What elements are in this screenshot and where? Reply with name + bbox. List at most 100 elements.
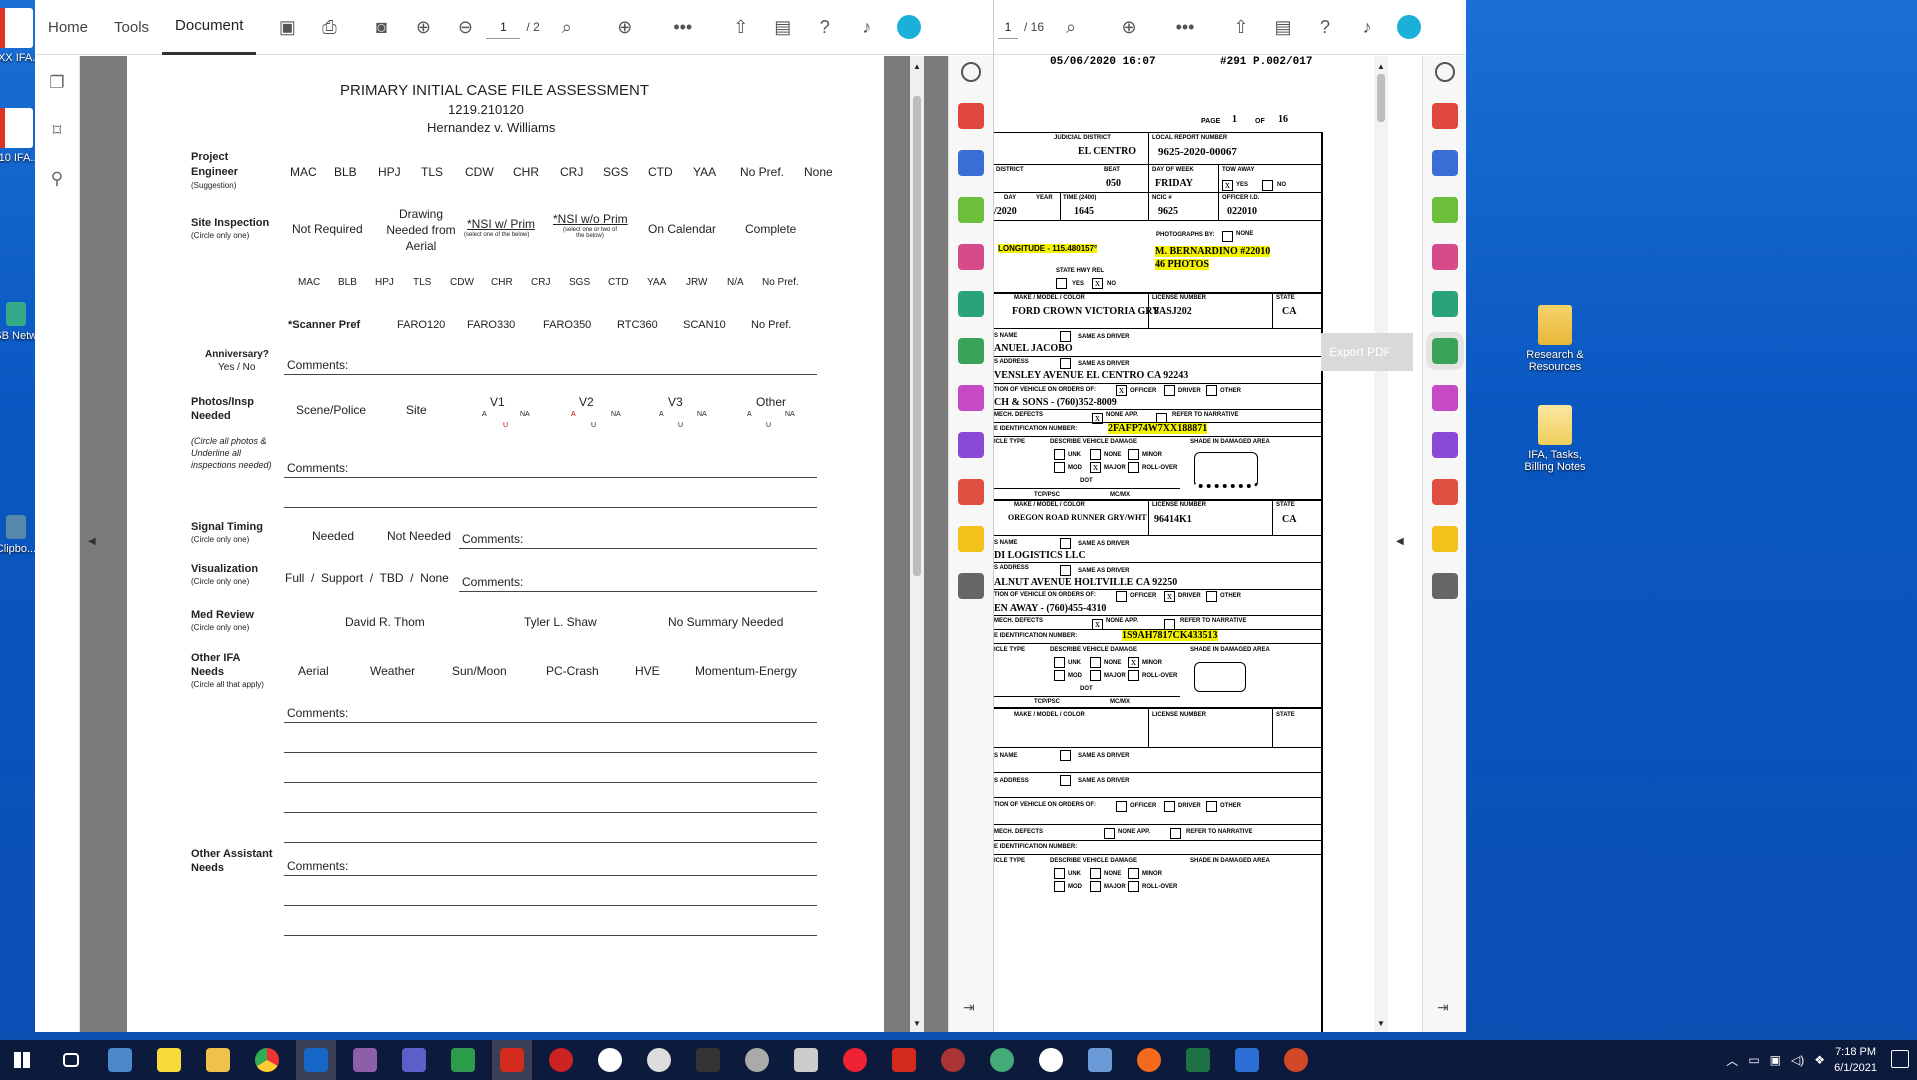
collapse-pane-icon[interactable]: ⇥	[1437, 999, 1449, 1016]
zoom-in-icon[interactable]: ⊕	[612, 14, 638, 40]
bookmark-icon[interactable]: ⌑	[46, 120, 68, 142]
share-icon[interactable]: ⇧	[728, 14, 754, 40]
task-view-icon[interactable]	[51, 1040, 91, 1080]
snapshot-icon[interactable]: ◙	[368, 14, 394, 40]
page-zoom-icon[interactable]: ⌕	[1058, 14, 1084, 40]
si-opt: *NSI w/ Prim	[467, 217, 536, 231]
zoom-tool-icon[interactable]	[1435, 62, 1455, 82]
combine-files-icon[interactable]	[1432, 150, 1458, 176]
battery-icon[interactable]: ▭	[1748, 1053, 1759, 1067]
dropbox-icon[interactable]: ❖	[1814, 1053, 1825, 1067]
sticky-notes-icon[interactable]	[149, 1040, 189, 1080]
calculator-icon[interactable]	[786, 1040, 826, 1080]
video-editor-icon[interactable]	[688, 1040, 728, 1080]
organize-pages-icon[interactable]	[1432, 244, 1458, 270]
tab-home[interactable]: Home	[35, 0, 101, 55]
scan-ocr-icon[interactable]	[958, 338, 984, 364]
powerpoint-icon[interactable]	[1276, 1040, 1316, 1080]
vertical-scrollbar[interactable]: ▲ ▼	[910, 56, 924, 1032]
disc-app-icon[interactable]	[737, 1040, 777, 1080]
teams-icon[interactable]	[394, 1040, 434, 1080]
zoom-tool-icon[interactable]	[961, 62, 981, 82]
share-icon[interactable]: ⇧	[1228, 14, 1254, 40]
more-icon[interactable]: •••	[1172, 14, 1198, 40]
file-explorer-icon[interactable]	[198, 1040, 238, 1080]
onenote-icon[interactable]	[345, 1040, 385, 1080]
page-number-input[interactable]: 1	[486, 15, 521, 39]
comment-tool-icon[interactable]	[958, 526, 984, 552]
export-pdf-icon[interactable]	[1432, 291, 1458, 317]
gear-app-icon[interactable]	[639, 1040, 679, 1080]
si-label: Site Inspection	[191, 217, 270, 229]
outlook-icon[interactable]	[296, 1040, 336, 1080]
more-tools-icon[interactable]	[1432, 573, 1458, 599]
excel-icon[interactable]	[1178, 1040, 1218, 1080]
help-icon[interactable]: ?	[812, 14, 838, 40]
collapse-left-icon[interactable]: ◀	[88, 536, 96, 547]
panda-icon[interactable]	[590, 1040, 630, 1080]
volume-icon[interactable]: ◁)	[1791, 1053, 1804, 1067]
acrobat-pdf-icon[interactable]	[958, 479, 984, 505]
page-thumbnails-icon[interactable]: ❐	[46, 72, 68, 94]
acrobat-taskbar-icon[interactable]	[492, 1040, 532, 1080]
next-page-icon[interactable]: ⊖	[452, 14, 478, 40]
more-tools-icon[interactable]	[958, 573, 984, 599]
chrome-icon[interactable]	[247, 1040, 287, 1080]
organize-pages-icon[interactable]	[958, 244, 984, 270]
comment-tool-icon[interactable]	[1432, 526, 1458, 552]
acrobat-reader-icon[interactable]	[884, 1040, 924, 1080]
page-number-input[interactable]: 1	[998, 15, 1018, 39]
teams-alt-icon[interactable]	[1227, 1040, 1267, 1080]
account-icon[interactable]	[1396, 14, 1422, 40]
print-icon[interactable]: ⎙	[316, 14, 342, 40]
create-pdf-icon[interactable]	[1432, 103, 1458, 129]
firefox-icon[interactable]	[1129, 1040, 1169, 1080]
date-value: /2020	[994, 206, 1017, 217]
edit-pdf-icon[interactable]	[958, 197, 984, 223]
tab-tools[interactable]: Tools	[101, 0, 162, 55]
notification-icon[interactable]	[1891, 1050, 1909, 1068]
sign-icon[interactable]	[1432, 432, 1458, 458]
attachment-icon[interactable]: ⚲	[46, 168, 68, 190]
fill-sign-icon[interactable]	[958, 385, 984, 411]
start-windows-icon[interactable]	[2, 1040, 42, 1080]
comment-icon[interactable]: ▤	[1270, 14, 1296, 40]
comment-icon[interactable]: ▤	[770, 14, 796, 40]
network-icon[interactable]: ▣	[1770, 1053, 1781, 1067]
window-app-icon[interactable]	[1080, 1040, 1120, 1080]
itunes-icon[interactable]	[1031, 1040, 1071, 1080]
tab-document[interactable]: Document	[162, 0, 257, 55]
fill-sign-icon[interactable]	[1432, 385, 1458, 411]
zoom-in-icon[interactable]: ⊕	[1116, 14, 1142, 40]
help-icon[interactable]: ?	[1312, 14, 1338, 40]
task-app-icon[interactable]	[443, 1040, 483, 1080]
acrobat-pdf-icon[interactable]	[1432, 479, 1458, 505]
taskbar-red-app-icon[interactable]	[541, 1040, 581, 1080]
green-app-icon[interactable]	[982, 1040, 1022, 1080]
vpn-app-icon[interactable]	[835, 1040, 875, 1080]
combine-files-icon[interactable]	[958, 150, 984, 176]
hwy-yes-checkbox	[1056, 278, 1067, 289]
scan-ocr-icon[interactable]	[1426, 332, 1464, 370]
clock[interactable]: 7:18 PM 6/1/2021	[1834, 1044, 1877, 1076]
export-pdf-icon[interactable]	[958, 291, 984, 317]
page-zoom-icon[interactable]: ⌕	[554, 14, 580, 40]
bell-icon[interactable]: ♪	[854, 14, 880, 40]
prev-page-icon[interactable]: ⊕	[410, 14, 436, 40]
sign-icon[interactable]	[958, 432, 984, 458]
collapse-left-icon[interactable]: ◀	[1396, 536, 1404, 547]
create-pdf-icon[interactable]	[958, 103, 984, 129]
vertical-scrollbar[interactable]: ▲ ▼	[1374, 56, 1388, 1032]
edit-pdf-icon[interactable]	[1432, 197, 1458, 223]
bell-icon[interactable]: ♪	[1354, 14, 1380, 40]
account-icon[interactable]	[896, 14, 922, 40]
vin-label: E IDENTIFICATION NUMBER:	[994, 426, 1078, 432]
more-icon[interactable]: •••	[670, 14, 696, 40]
red-sphere-app-icon[interactable]	[933, 1040, 973, 1080]
taskbar-app-icon[interactable]	[100, 1040, 140, 1080]
collapse-pane-icon[interactable]: ⇥	[963, 999, 975, 1016]
tray-chevron-icon[interactable]: ︿	[1726, 1052, 1738, 1069]
desktop-icon-ifa-tasks[interactable]: IFA, Tasks, Billing Notes	[1513, 405, 1597, 473]
save-icon[interactable]: ▣	[274, 14, 300, 40]
desktop-icon-research[interactable]: Research & Resources	[1513, 305, 1597, 373]
